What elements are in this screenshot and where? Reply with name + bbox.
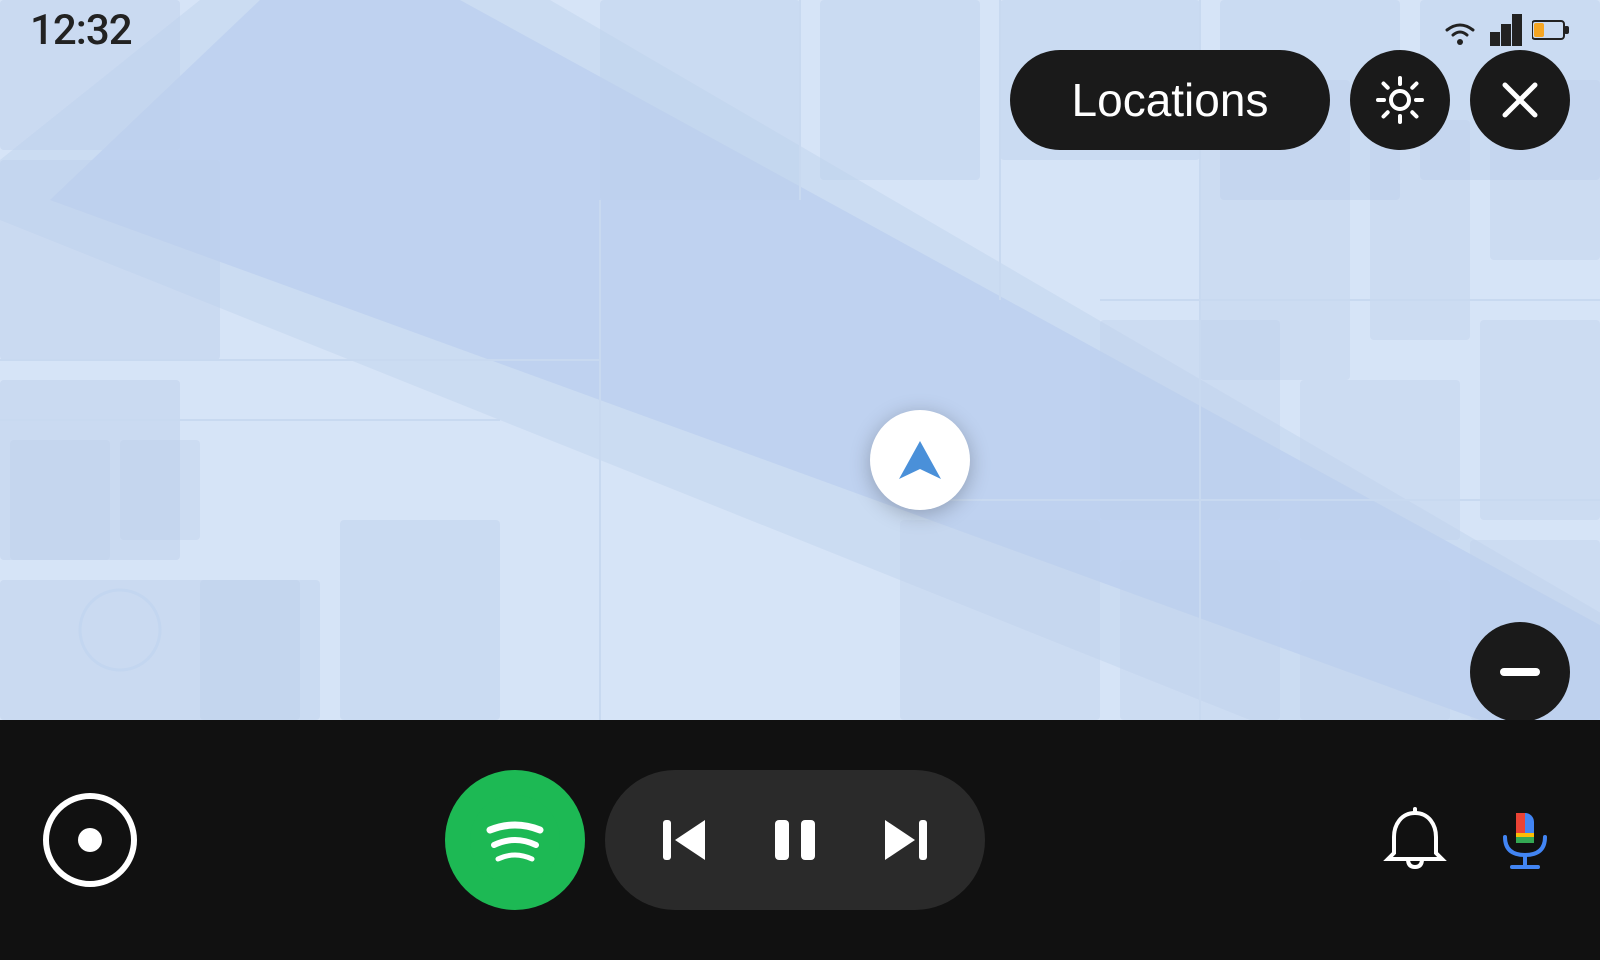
- pause-button[interactable]: [755, 800, 835, 880]
- bell-icon: [1380, 805, 1450, 875]
- skip-back-icon: [655, 810, 715, 870]
- spotify-button[interactable]: [445, 770, 585, 910]
- home-button[interactable]: [0, 750, 180, 930]
- top-controls: Locations: [1010, 50, 1570, 150]
- notification-button[interactable]: [1380, 805, 1450, 875]
- transport-controls: [605, 770, 985, 910]
- right-actions: [1240, 805, 1600, 875]
- signal-icon: [1490, 14, 1522, 46]
- gear-icon: [1374, 74, 1426, 126]
- status-icons: [1440, 14, 1570, 46]
- battery-icon: [1532, 19, 1570, 41]
- skip-forward-icon: [875, 810, 935, 870]
- home-circle-icon: [40, 790, 140, 890]
- pause-icon: [765, 810, 825, 870]
- settings-button[interactable]: [1350, 50, 1450, 150]
- next-track-button[interactable]: [865, 800, 945, 880]
- location-marker: [870, 410, 970, 510]
- close-icon: [1497, 77, 1543, 123]
- bottom-bar: [0, 720, 1600, 960]
- close-button[interactable]: [1470, 50, 1570, 150]
- microphone-button[interactable]: [1490, 805, 1560, 875]
- microphone-icon: [1490, 805, 1560, 875]
- previous-track-button[interactable]: [645, 800, 725, 880]
- locations-button[interactable]: Locations: [1010, 50, 1330, 150]
- zoom-out-button[interactable]: [1470, 622, 1570, 722]
- clock: 12:32: [30, 6, 132, 55]
- minus-icon: [1500, 668, 1540, 676]
- playback-section: [180, 770, 1240, 910]
- spotify-icon: [470, 795, 560, 885]
- wifi-icon: [1440, 14, 1480, 46]
